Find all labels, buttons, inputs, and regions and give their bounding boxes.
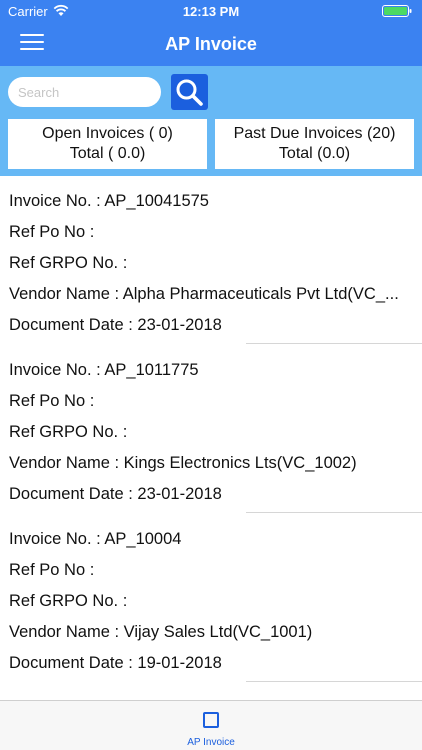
invoice-list: Invoice No. : AP_10041575 Ref Po No : Re…	[0, 176, 422, 700]
navigation-bar: AP Invoice	[0, 22, 422, 66]
tab-bar: AP Invoice	[0, 700, 422, 750]
open-invoices-count: Open Invoices ( 0)	[42, 125, 173, 142]
divider	[246, 512, 422, 513]
divider	[246, 681, 422, 682]
ref-grpo-number: Ref GRPO No. :	[9, 254, 128, 272]
ref-grpo-number: Ref GRPO No. :	[9, 423, 128, 441]
page-title: AP Invoice	[165, 34, 257, 54]
document-date: Document Date : 23-01-2018	[9, 485, 222, 503]
ref-po-number: Ref Po No :	[9, 223, 95, 241]
tab-label: AP Invoice	[187, 737, 235, 748]
vendor-name: Vendor Name : Alpha Pharmaceuticals Pvt …	[9, 285, 399, 303]
square-icon	[203, 712, 219, 728]
ref-po-number: Ref Po No :	[9, 392, 95, 410]
document-date: Document Date : 23-01-2018	[9, 316, 222, 334]
ref-po-number: Ref Po No :	[9, 561, 95, 579]
past-due-invoices-card[interactable]: Past Due Invoices (20) Total (0.0)	[215, 119, 414, 169]
status-time: 12:13 PM	[182, 4, 240, 19]
document-date: Document Date : 19-01-2018	[9, 654, 222, 672]
invoice-number: Invoice No. : AP_1011775	[9, 361, 199, 379]
vendor-name: Vendor Name : Kings Electronics Lts(VC_1…	[9, 454, 357, 472]
past-due-invoices-count: Past Due Invoices (20)	[233, 125, 396, 142]
open-invoices-total: Total ( 0.0)	[69, 145, 146, 162]
search-input[interactable]	[8, 77, 161, 107]
invoice-number: Invoice No. : AP_10041575	[9, 192, 209, 210]
invoice-item[interactable]: Invoice No. : AP_10004 Ref Po No : Ref G…	[0, 514, 422, 683]
search-area: Open Invoices ( 0) Total ( 0.0) Past Due…	[0, 66, 422, 176]
search-icon	[176, 79, 203, 106]
battery-icon	[382, 5, 412, 17]
past-due-invoices-total: Total (0.0)	[278, 145, 351, 162]
tab-ap-invoice[interactable]: AP Invoice	[171, 701, 251, 750]
invoice-item[interactable]: Invoice No. : AP_1011775 Ref Po No : Ref…	[0, 345, 422, 514]
divider	[246, 343, 422, 344]
open-invoices-card[interactable]: Open Invoices ( 0) Total ( 0.0)	[8, 119, 207, 169]
invoice-number: Invoice No. : AP_10004	[9, 530, 182, 548]
vendor-name: Vendor Name : Vijay Sales Ltd(VC_1001)	[9, 623, 313, 641]
invoice-item[interactable]: Invoice No. : AP_10041575 Ref Po No : Re…	[0, 176, 422, 345]
ref-grpo-number: Ref GRPO No. :	[9, 592, 128, 610]
search-button[interactable]	[171, 74, 208, 110]
status-bar: Carrier 12:13 PM	[0, 0, 422, 22]
